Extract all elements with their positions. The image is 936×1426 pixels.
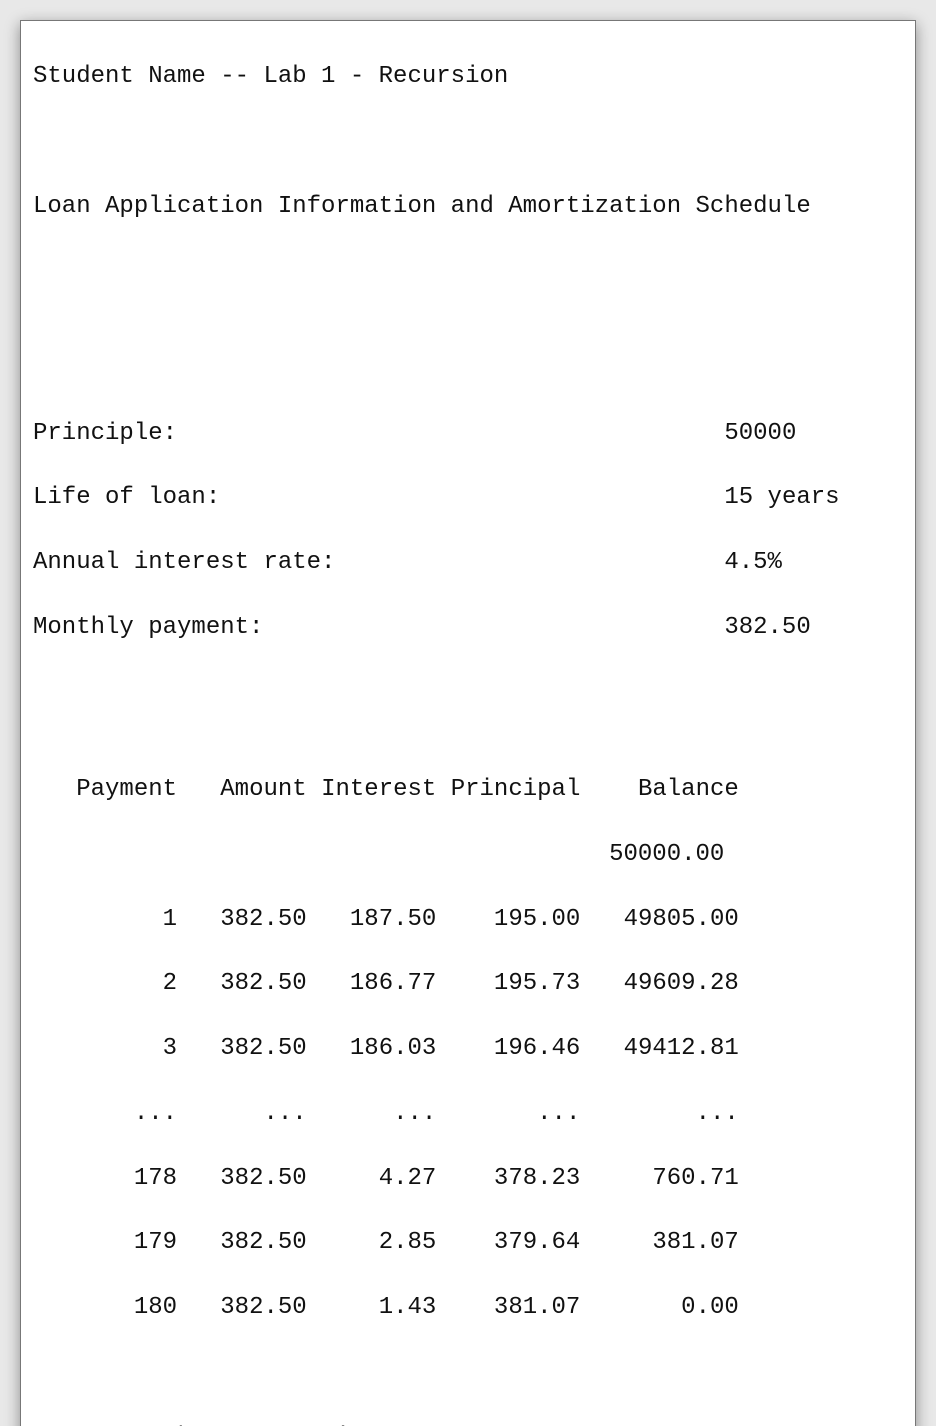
principle-label: Principle: bbox=[33, 420, 177, 447]
prompt-text: Press any key to continue . . . bbox=[33, 1424, 494, 1426]
payment-label: Monthly payment: bbox=[33, 614, 263, 641]
rate-label: Annual interest rate: bbox=[33, 549, 335, 576]
cell-amount: 382.50 bbox=[220, 1229, 306, 1256]
cell-payment: 180 bbox=[134, 1294, 177, 1321]
cell-principal: 379.64 bbox=[494, 1229, 580, 1256]
cell-amount: 382.50 bbox=[220, 1294, 306, 1321]
cell-payment: 178 bbox=[134, 1165, 177, 1192]
table-row: 1 382.50 187.50 195.00 49805.00 bbox=[33, 904, 903, 936]
cell-interest: 2.85 bbox=[379, 1229, 437, 1256]
initial-balance-row: 50000.00 bbox=[33, 839, 903, 871]
cell-interest: 186.03 bbox=[350, 1035, 436, 1062]
cell-interest: 186.77 bbox=[350, 970, 436, 997]
cell-balance: 381.07 bbox=[652, 1229, 738, 1256]
table-row: 178 382.50 4.27 378.23 760.71 bbox=[33, 1163, 903, 1195]
cell-payment: 179 bbox=[134, 1229, 177, 1256]
cell-amount: 382.50 bbox=[220, 970, 306, 997]
col-header-balance: Balance bbox=[638, 776, 739, 803]
blank-line bbox=[33, 1357, 903, 1389]
blank-line bbox=[33, 126, 903, 158]
title-line: Student Name -- Lab 1 - Recursion bbox=[33, 61, 903, 93]
ellipsis: ... bbox=[537, 1100, 580, 1127]
cell-interest: 4.27 bbox=[379, 1165, 437, 1192]
col-header-principal: Principal bbox=[451, 776, 581, 803]
cell-balance: 760.71 bbox=[652, 1165, 738, 1192]
col-header-interest: Interest bbox=[321, 776, 436, 803]
cell-payment: 3 bbox=[163, 1035, 177, 1062]
col-header-payment: Payment bbox=[76, 776, 177, 803]
ellipsis: ... bbox=[134, 1100, 177, 1127]
cell-principal: 378.23 bbox=[494, 1165, 580, 1192]
ellipsis: ... bbox=[263, 1100, 306, 1127]
table-row: 2 382.50 186.77 195.73 49609.28 bbox=[33, 968, 903, 1000]
rate-value: 4.5% bbox=[724, 549, 782, 576]
cell-balance: 0.00 bbox=[681, 1294, 739, 1321]
cell-payment: 1 bbox=[163, 906, 177, 933]
life-label: Life of loan: bbox=[33, 484, 220, 511]
blank-line bbox=[33, 709, 903, 741]
cell-balance: 49805.00 bbox=[624, 906, 739, 933]
summary-principle: Principle: 50000 bbox=[33, 418, 903, 450]
cell-balance: 49609.28 bbox=[624, 970, 739, 997]
cell-principal: 381.07 bbox=[494, 1294, 580, 1321]
cell-payment: 2 bbox=[163, 970, 177, 997]
principle-value: 50000 bbox=[724, 420, 796, 447]
cell-principal: 195.00 bbox=[494, 906, 580, 933]
cell-interest: 1.43 bbox=[379, 1294, 437, 1321]
table-row: 180 382.50 1.43 381.07 0.00 bbox=[33, 1292, 903, 1324]
loan-summary: Principle: 50000 Life of loan: 15 years … bbox=[33, 385, 903, 677]
cell-amount: 382.50 bbox=[220, 1165, 306, 1192]
cell-amount: 382.50 bbox=[220, 906, 306, 933]
subtitle-line: Loan Application Information and Amortiz… bbox=[33, 191, 903, 223]
ellipsis: ... bbox=[393, 1100, 436, 1127]
cell-amount: 382.50 bbox=[220, 1035, 306, 1062]
summary-payment: Monthly payment: 382.50 bbox=[33, 612, 903, 644]
cell-balance: 49412.81 bbox=[624, 1035, 739, 1062]
initial-balance-value: 50000.00 bbox=[609, 841, 724, 868]
ellipsis-row: ... ... ... ... ... bbox=[33, 1098, 903, 1130]
payment-value: 382.50 bbox=[724, 614, 810, 641]
summary-rate: Annual interest rate: 4.5% bbox=[33, 547, 903, 579]
terminal-window: Student Name -- Lab 1 - Recursion Loan A… bbox=[20, 20, 916, 1426]
table-row: 3 382.50 186.03 196.46 49412.81 bbox=[33, 1033, 903, 1065]
life-value: 15 years bbox=[724, 484, 839, 511]
blank-line bbox=[33, 256, 903, 288]
cell-principal: 196.46 bbox=[494, 1035, 580, 1062]
blank-line bbox=[33, 321, 903, 353]
continue-prompt[interactable]: Press any key to continue . . . bbox=[33, 1422, 903, 1426]
table-row: 179 382.50 2.85 379.64 381.07 bbox=[33, 1227, 903, 1259]
ellipsis: ... bbox=[696, 1100, 739, 1127]
cell-principal: 195.73 bbox=[494, 970, 580, 997]
col-header-amount: Amount bbox=[220, 776, 306, 803]
table-header: Payment Amount Interest Principal Balanc… bbox=[33, 774, 903, 806]
cell-interest: 187.50 bbox=[350, 906, 436, 933]
summary-life: Life of loan: 15 years bbox=[33, 482, 903, 514]
